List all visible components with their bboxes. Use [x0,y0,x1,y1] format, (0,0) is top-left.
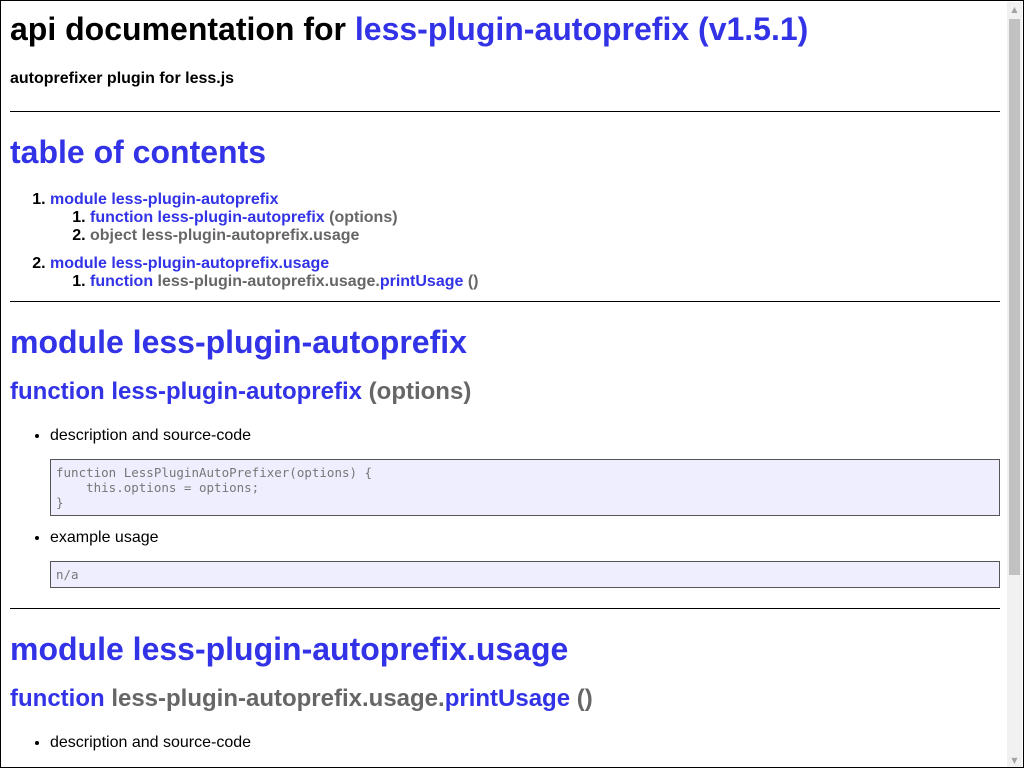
function-args: () [576,685,593,712]
toc-link-module-less-plugin-autoprefix-usage[interactable]: module less-plugin-autoprefix.usage [50,255,329,272]
divider [10,608,1000,609]
toc-func-name: less-plugin-autoprefix [157,209,325,226]
module-heading-link[interactable]: module less-plugin-autoprefix.usage [10,631,568,667]
toc-func-prefix: less-plugin-autoprefix.usage. [157,273,380,290]
toc-kind-label: function [90,209,154,226]
divider [10,111,1000,112]
toc-kind-label: function [90,273,154,290]
toc-link-function-less-plugin-autoprefix[interactable]: function less-plugin-autoprefix [90,209,325,226]
function-heading-link[interactable]: function less-plugin-autoprefix [10,378,362,405]
toc-subitem: object less-plugin-autoprefix.usage [90,227,1000,245]
package-description: autoprefixer plugin for less.js [10,70,235,87]
function-details: description and source-code [10,734,1000,752]
function-kind-link[interactable]: function [10,685,105,712]
toc-sublist: function less-plugin-autoprefix.usage.pr… [50,273,1000,291]
module-heading: module less-plugin-autoprefix [10,324,1000,360]
toc-item-module: module less-plugin-autoprefix.usage func… [50,255,1000,291]
function-name-link[interactable]: printUsage [445,685,570,712]
function-name: less-plugin-autoprefix [111,378,362,405]
toc-sublist: function less-plugin-autoprefix (options… [50,209,1000,245]
details-item: description and source-code [50,734,1000,752]
scroll-up-arrow-icon[interactable]: ▲ [1007,2,1022,17]
toc-object-label: object less-plugin-autoprefix.usage [90,227,359,244]
scroll-down-arrow-icon[interactable]: ▼ [1007,753,1022,767]
function-prefix: less-plugin-autoprefix.usage. [111,685,445,712]
source-code-block: function LessPluginAutoPrefixer(options)… [50,459,1000,516]
toc-func-name: printUsage [379,273,464,290]
function-heading: function less-plugin-autoprefix.usage.pr… [10,685,1000,713]
toc-heading-link[interactable]: table of contents [10,134,266,170]
toc-func-args: (options) [329,209,398,226]
details-item: description and source-code function Les… [50,427,1000,516]
toc-object-name: less-plugin-autoprefix.usage [141,227,360,244]
toc-list: module less-plugin-autoprefix function l… [10,191,1000,291]
toc-subitem: function less-plugin-autoprefix.usage.pr… [90,273,1000,291]
toc-link-function-printusage[interactable]: function less-plugin-autoprefix.usage.pr… [90,273,463,290]
function-heading: function less-plugin-autoprefix (options… [10,378,1000,406]
toc-subitem: function less-plugin-autoprefix (options… [90,209,1000,227]
function-args: (options) [368,378,472,405]
page-content: api documentation for less-plugin-autopr… [10,1,1000,752]
function-details: description and source-code function Les… [10,427,1000,588]
module-heading: module less-plugin-autoprefix.usage [10,631,1000,667]
document-frame: api documentation for less-plugin-autopr… [0,0,1024,768]
toc-kind-label: object [90,227,138,244]
details-item: example usage n/a [50,529,1000,588]
package-link[interactable]: less-plugin-autoprefix (v1.5.1) [355,11,808,47]
module-heading-link[interactable]: module less-plugin-autoprefix [10,324,467,360]
toc-link-module-less-plugin-autoprefix[interactable]: module less-plugin-autoprefix [50,191,278,208]
toc-item-module: module less-plugin-autoprefix function l… [50,191,1000,245]
vertical-scrollbar[interactable]: ▲ ▼ [1007,2,1022,767]
example-label: example usage [50,529,159,546]
page-title-prefix: api documentation for [10,11,355,47]
scroll-thumb[interactable] [1009,19,1020,575]
toc-func-args: () [467,273,479,290]
divider [10,301,1000,302]
description-label: description and source-code [50,734,252,751]
page-title: api documentation for less-plugin-autopr… [10,11,1000,47]
description-label: description and source-code [50,427,252,444]
example-code-block: n/a [50,561,1000,588]
function-kind: function [10,378,105,405]
toc-heading: table of contents [10,134,1000,170]
